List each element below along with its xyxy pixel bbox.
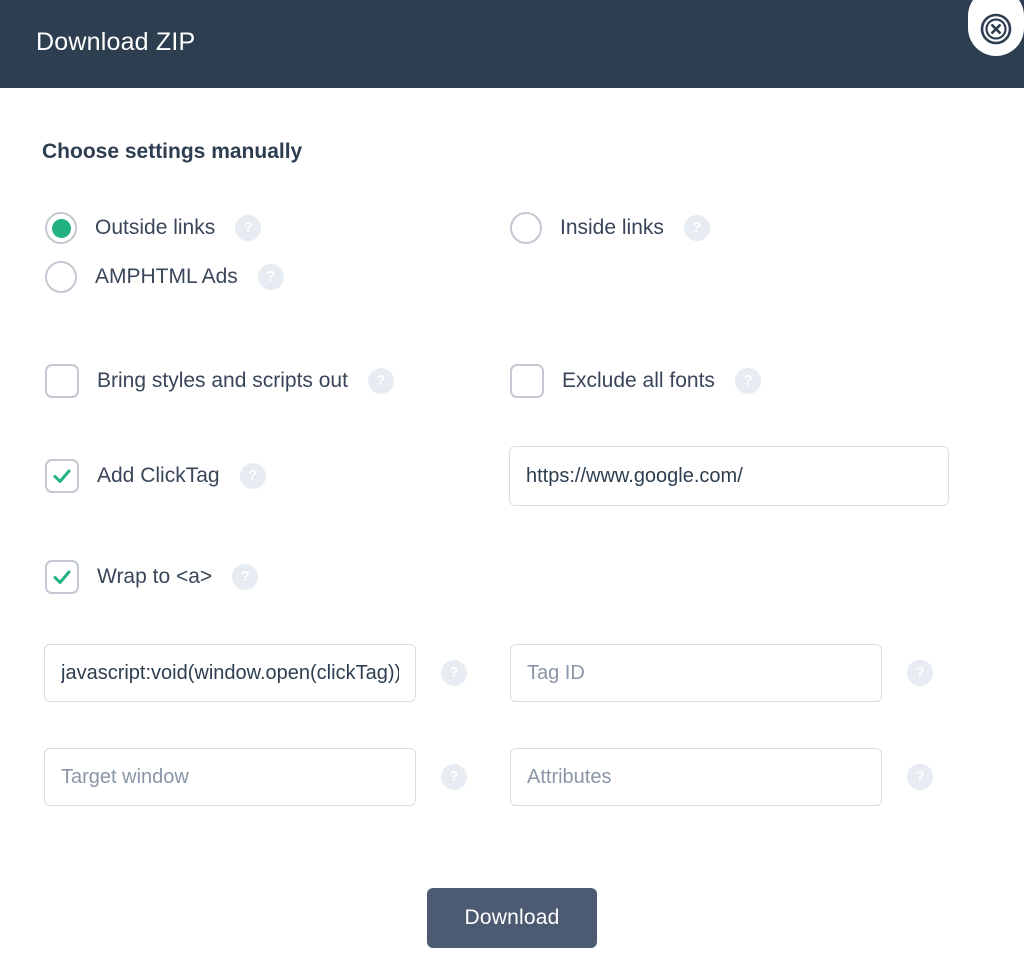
radio-amphtml-ads[interactable] <box>45 261 77 293</box>
check-icon <box>53 570 71 584</box>
option-label-inside-links: Inside links <box>560 216 664 239</box>
clicktag-url-input[interactable] <box>509 446 949 506</box>
close-circle-icon <box>979 12 1013 46</box>
dialog-header: Download ZIP <box>0 0 1024 88</box>
tag-id-input[interactable] <box>510 644 882 702</box>
option-label-exclude-fonts: Exclude all fonts <box>562 369 715 392</box>
option-row-exclude-fonts[interactable]: Exclude all fonts ? <box>510 364 761 398</box>
option-row-outside-links[interactable]: Outside links ? <box>45 212 262 244</box>
radio-inside-links[interactable] <box>510 212 542 244</box>
target-window-input[interactable] <box>44 748 416 806</box>
option-row-amphtml-ads[interactable]: AMPHTML Ads ? <box>45 261 284 293</box>
option-row-inside-links[interactable]: Inside links ? <box>510 212 710 244</box>
help-icon-javascript-href[interactable]: ? <box>441 660 467 686</box>
help-icon-target-window[interactable]: ? <box>441 764 467 790</box>
help-icon-exclude-fonts[interactable]: ? <box>734 368 761 394</box>
checkbox-bring-styles[interactable] <box>45 364 79 398</box>
checkbox-add-clicktag[interactable] <box>45 459 79 493</box>
checkbox-wrap-to-a[interactable] <box>45 560 79 594</box>
javascript-href-input[interactable] <box>44 644 416 702</box>
help-icon-inside-links[interactable]: ? <box>683 215 710 241</box>
close-button[interactable] <box>968 0 1024 56</box>
radio-outside-links[interactable] <box>45 212 77 244</box>
download-button[interactable]: Download <box>427 888 597 948</box>
help-icon-bring-styles[interactable]: ? <box>367 368 394 394</box>
help-icon-wrap-to-a[interactable]: ? <box>232 564 259 590</box>
dialog-title: Download ZIP <box>36 28 196 56</box>
help-icon-add-clicktag[interactable]: ? <box>239 463 266 489</box>
help-icon-tag-id[interactable]: ? <box>907 660 933 686</box>
help-icon-outside-links[interactable]: ? <box>235 215 262 241</box>
attributes-input[interactable] <box>510 748 882 806</box>
help-icon-amphtml-ads[interactable]: ? <box>257 264 284 290</box>
option-label-add-clicktag: Add ClickTag <box>97 464 220 487</box>
option-label-outside-links: Outside links <box>95 216 216 239</box>
option-label-wrap-to-a: Wrap to <a> <box>97 565 213 588</box>
checkbox-exclude-fonts[interactable] <box>510 364 544 398</box>
option-label-bring-styles: Bring styles and scripts out <box>97 369 348 392</box>
option-label-amphtml-ads: AMPHTML Ads <box>95 265 238 288</box>
option-row-bring-styles[interactable]: Bring styles and scripts out ? <box>45 364 394 398</box>
check-icon <box>53 469 71 483</box>
radio-dot <box>51 218 71 238</box>
help-icon-attributes[interactable]: ? <box>907 764 933 790</box>
option-row-add-clicktag[interactable]: Add ClickTag ? <box>45 459 266 493</box>
section-title: Choose settings manually <box>42 140 303 163</box>
dialog-body: Choose settings manually Outside links ?… <box>0 88 1024 980</box>
option-row-wrap-to-a[interactable]: Wrap to <a> ? <box>45 560 259 594</box>
